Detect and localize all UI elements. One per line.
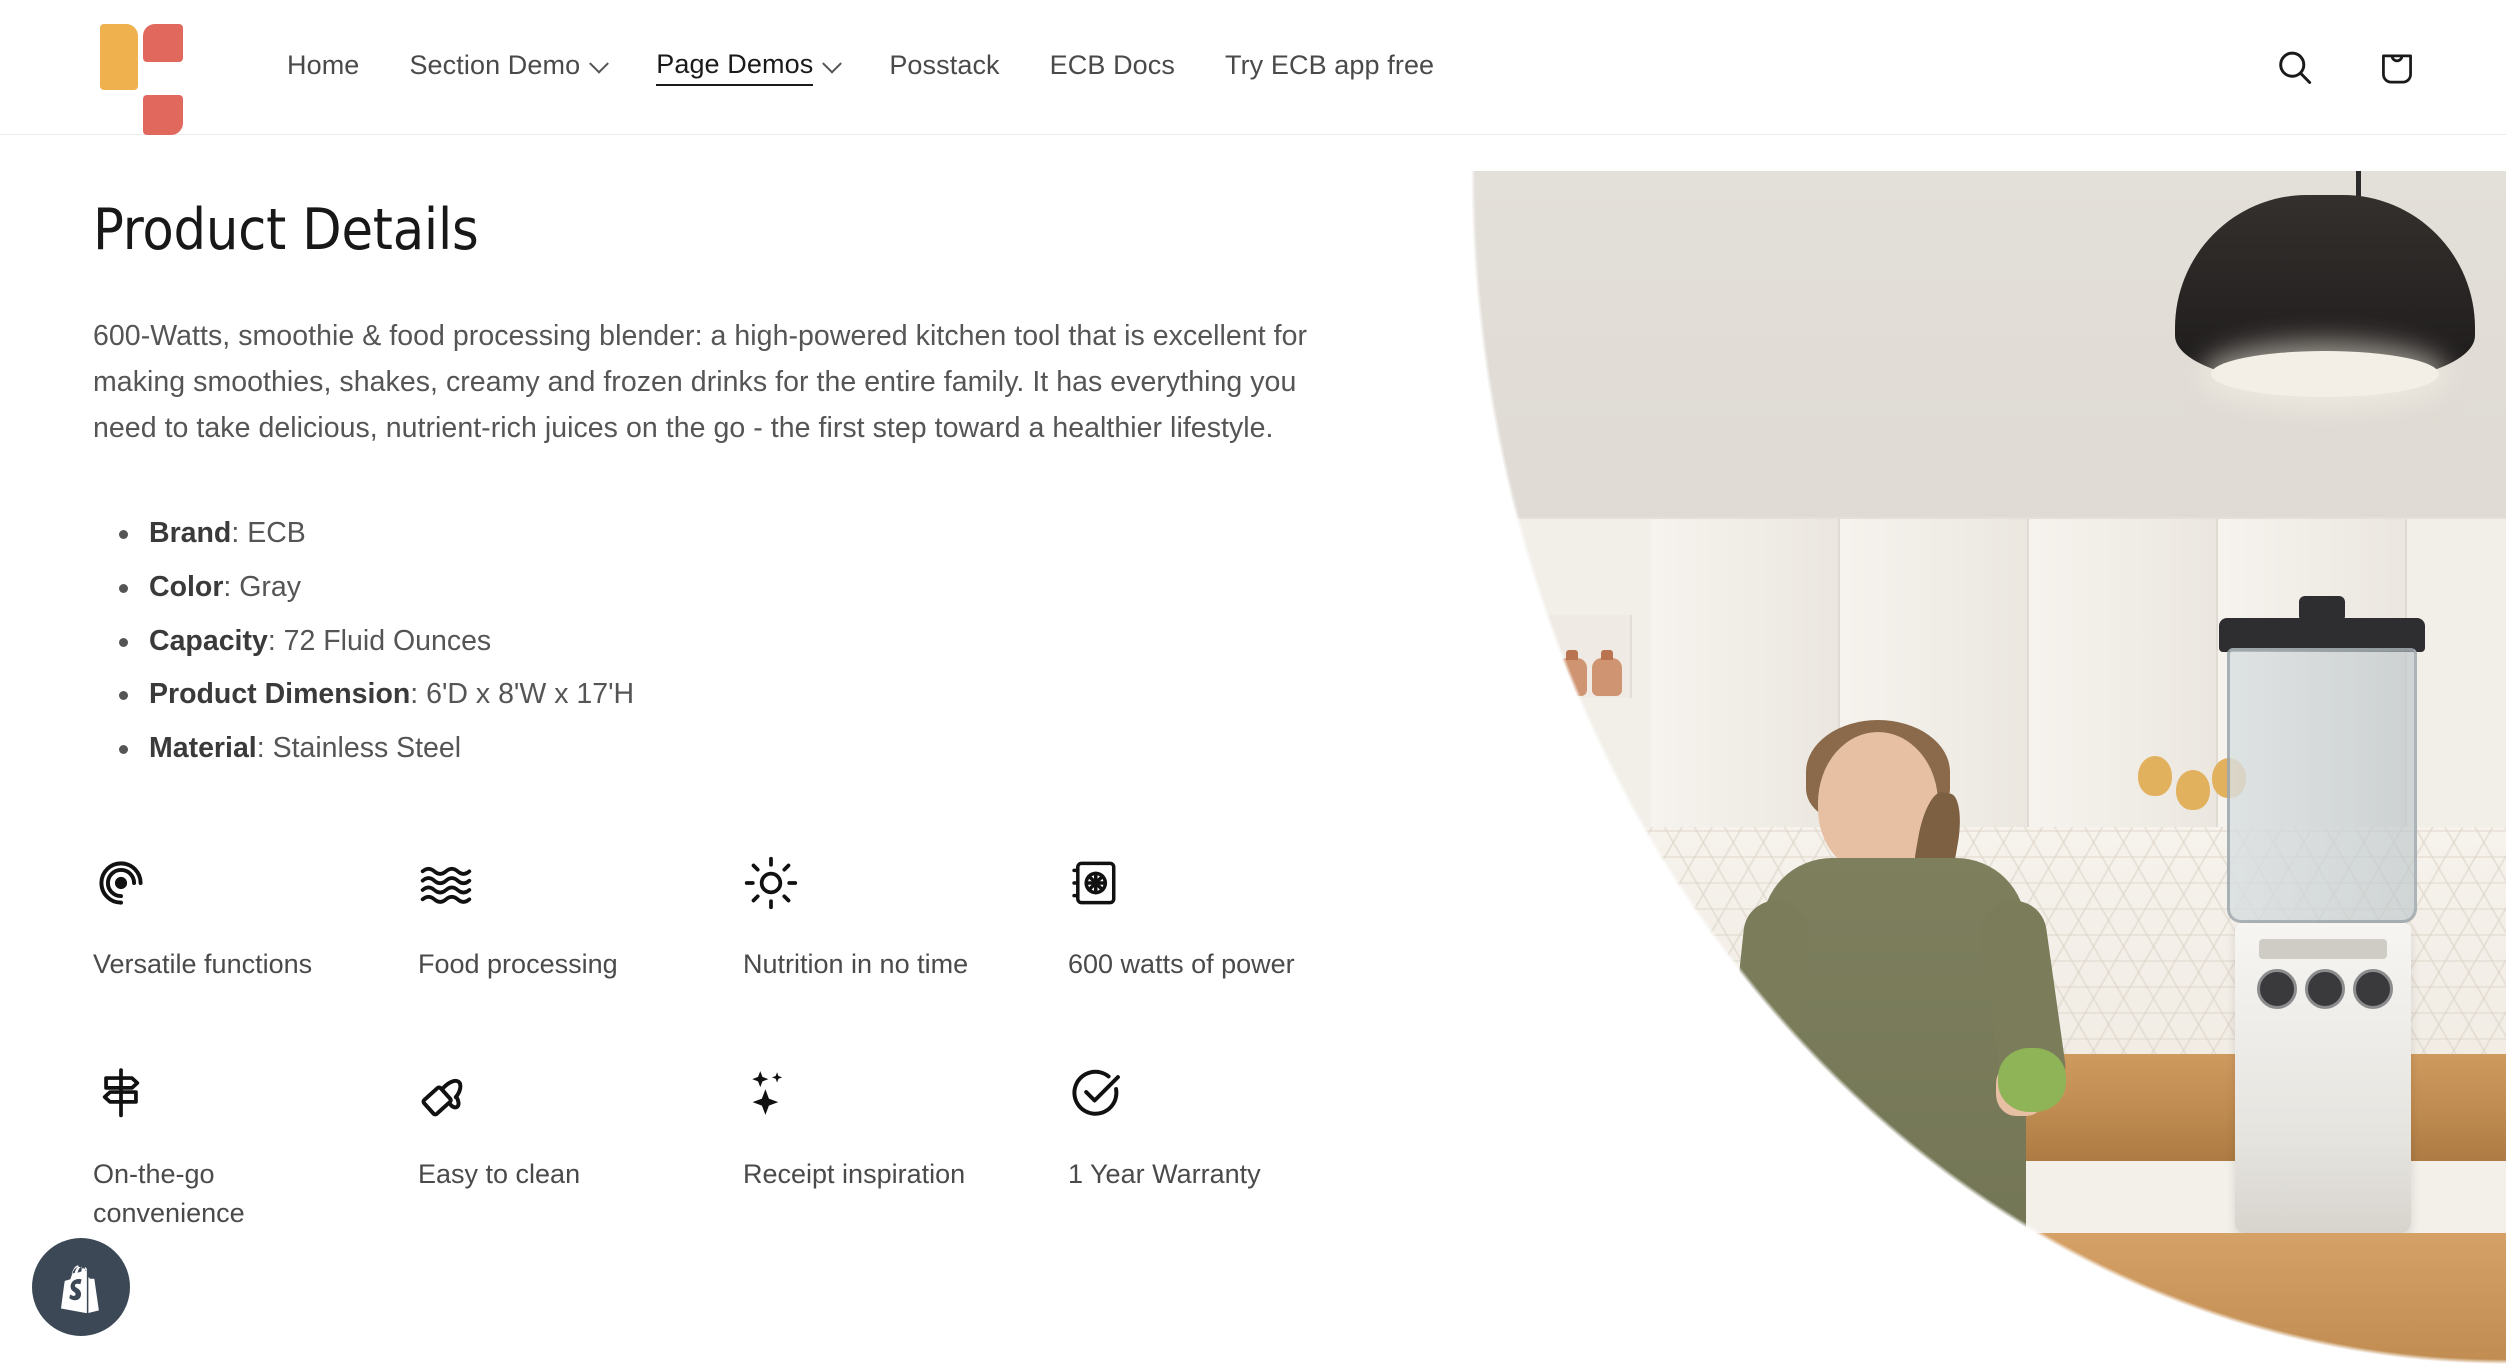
nav-label: Home [287,50,360,80]
check-circle-icon [1068,1065,1368,1125]
waves-icon [418,855,718,915]
spec-separator: : [256,731,273,764]
page-title: Product Details [93,197,479,263]
product-spec-list: Brand: ECB Color: Gray Capacity: 72 Flui… [119,507,1433,776]
feature-1-year-warranty: 1 Year Warranty [1068,1065,1368,1233]
site-header: Home Section Demo Page Demos Posstack EC… [0,0,2506,135]
search-icon[interactable] [2266,39,2324,97]
spec-label: Capacity [149,624,268,657]
spec-value: Gray [239,571,302,604]
spec-separator: : [231,517,248,550]
chevron-down-icon [822,53,843,74]
spiral-icon [93,855,393,915]
nav-item-page-demos[interactable]: Page Demos [631,49,864,86]
list-item: Brand: ECB [119,507,1433,561]
feature-versatile-functions: Versatile functions [93,855,393,984]
nav-label: Posstack [889,50,1000,80]
feature-600-watts-of-power: 600 watts of power [1068,855,1368,984]
feature-label: Nutrition in no time [743,949,969,980]
feature-label: Easy to clean [418,1158,581,1189]
list-item: Material: Stainless Steel [119,722,1433,776]
primary-navigation: Home Section Demo Page Demos Posstack EC… [262,0,1459,135]
hero-image [1471,171,2506,1364]
feature-grid: Versatile functions Food processing Nutr… [93,855,1433,1232]
header-actions [2266,0,2426,135]
green-apple-in-hand [1998,1047,2067,1112]
list-item: Color: Gray [119,561,1433,615]
spec-value: ECB [247,517,306,550]
clay-jar [1592,650,1623,697]
motor-icon [1068,855,1368,915]
feature-label: 600 watts of power [1068,949,1295,980]
nav-item-ecb-docs[interactable]: ECB Docs [1025,50,1200,85]
nav-label: ECB Docs [1049,50,1175,80]
ecb-logo[interactable] [100,24,188,135]
nav-label: Page Demos [656,49,814,86]
nav-item-section-demo[interactable]: Section Demo [384,50,631,85]
list-item: Product Dimension: 6'D x 8'W x 17'H [119,668,1433,722]
shopify-bag-icon[interactable] [32,1238,130,1336]
clay-jar [1556,650,1587,697]
logo-tile-right [100,24,138,90]
feature-label: 1 Year Warranty [1068,1158,1261,1189]
cart-icon[interactable] [2368,39,2426,97]
nav-item-home[interactable]: Home [262,50,384,85]
page-body: Product Details 600-Watts, smoothie & fo… [0,135,2506,1364]
kitchen-scene [1471,171,2506,1364]
paint-bucket-icon [418,1065,718,1125]
feature-label: Versatile functions [93,949,313,980]
chevron-down-icon [589,53,610,74]
spec-separator: : [267,624,284,657]
spec-separator: : [410,678,427,711]
counter-front-edge [1471,1232,2506,1364]
spec-label: Color [149,571,224,604]
logo-tile-top-left [143,24,183,62]
product-details-content: Product Details 600-Watts, smoothie & fo… [93,135,1433,1233]
sun-icon [743,855,1043,915]
nav-item-posstack[interactable]: Posstack [864,50,1024,85]
blender-appliance [2218,596,2434,1233]
list-item: Capacity: 72 Fluid Ounces [119,615,1433,669]
feature-easy-to-clean: Easy to clean [418,1065,718,1233]
lamp-bulb [2210,350,2439,397]
product-description: 600-Watts, smoothie & food processing bl… [93,320,1308,445]
logo-tile-bottom-right [143,95,183,135]
open-shelf [1512,615,1632,699]
spec-label: Product Dimension [149,678,411,711]
nav-label: Section Demo [409,50,581,80]
clay-jar [1521,650,1552,697]
feature-receipt-inspiration: Receipt inspiration [743,1065,1043,1233]
spec-label: Brand [149,517,232,550]
spec-separator: : [223,571,240,604]
spec-label: Material [149,731,257,764]
sparkles-icon [743,1065,1043,1125]
feature-label: Receipt inspiration [743,1158,966,1189]
spec-value: Stainless Steel [272,731,462,764]
feature-label: On-the-go convenience [93,1158,245,1228]
spec-value: 72 Fluid Ounces [283,624,492,657]
feature-nutrition-in-no-time: Nutrition in no time [743,855,1043,984]
feature-label: Food processing [418,949,618,980]
feature-on-the-go-convenience: On-the-go convenience [93,1065,393,1233]
feature-food-processing: Food processing [418,855,718,984]
nav-item-try-ecb-app-free[interactable]: Try ECB app free [1200,50,1459,85]
nav-label: Try ECB app free [1225,50,1435,80]
signpost-icon [93,1065,393,1125]
spec-value: 6'D x 8'W x 17'H [426,678,635,711]
